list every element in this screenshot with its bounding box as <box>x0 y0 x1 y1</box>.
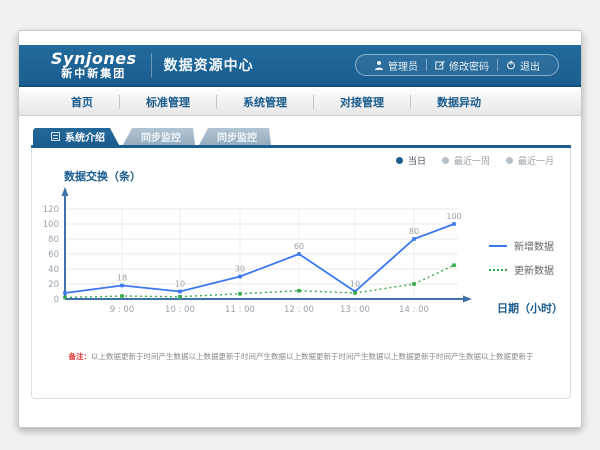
filter-last-week[interactable]: 最近一周 <box>442 154 490 167</box>
tab-sync-monitor-1[interactable]: 同步监控 <box>123 128 195 145</box>
power-icon <box>506 60 516 70</box>
data-point-label: 60 <box>294 242 304 251</box>
data-point-marker <box>452 263 456 267</box>
data-point-label: 100 <box>446 212 461 221</box>
main-nav: 首页标准管理系统管理对接管理数据异动 <box>19 89 581 116</box>
data-point-marker <box>178 295 182 299</box>
data-point-marker <box>63 296 67 300</box>
document-icon <box>51 132 60 141</box>
tab-label: 同步监控 <box>217 129 257 144</box>
brand-logo-wordmark: Synjones <box>51 51 137 68</box>
tab-label: 系统介绍 <box>65 129 105 144</box>
tab-label: 同步监控 <box>141 129 181 144</box>
y-tick-label: 0 <box>54 295 59 305</box>
radio-dot-icon <box>396 157 403 164</box>
x-tick-label: 10 : 00 <box>165 305 195 315</box>
tab-strip: 系统介绍 同步监控 同步监控 <box>33 128 275 145</box>
y-tick-label: 80 <box>48 235 59 245</box>
data-point-marker <box>178 290 182 294</box>
data-point-marker <box>297 289 301 293</box>
radio-dot-icon <box>506 157 513 164</box>
y-tick-label: 20 <box>48 280 59 290</box>
user-actions-group: 管理员 修改密码 退出 <box>355 54 559 76</box>
chart-panel: 当日最近一周最近一月 数据交换（条） 0204060801001209 : 00… <box>31 148 571 399</box>
legend-label: 新增数据 <box>514 238 554 253</box>
app-window: Synjones 新中新集团 数据资源中心 管理员修改密码退出 首页标准管理系统… <box>18 30 582 428</box>
user-icon <box>374 60 384 70</box>
legend-label: 更新数据 <box>514 262 554 277</box>
filter-label: 当日 <box>408 154 426 167</box>
header-divider <box>151 53 152 77</box>
y-axis-arrow <box>62 187 69 196</box>
data-point-marker <box>120 284 124 288</box>
logout-button[interactable]: 退出 <box>498 58 548 73</box>
footnote: 备注：以上数据更新于时间产生数据以上数据更新于时间产生数据以上数据更新于时间产生… <box>32 351 570 362</box>
x-tick-label: 14 : 00 <box>399 305 429 315</box>
x-tick-label: 9 : 00 <box>110 305 135 315</box>
footnote-text: 以上数据更新于时间产生数据以上数据更新于时间产生数据以上数据更新于时间产生数据以… <box>91 352 534 361</box>
data-point-label: 80 <box>409 227 419 236</box>
radio-dot-icon <box>442 157 449 164</box>
data-point-marker <box>353 291 357 295</box>
legend-line-swatch <box>489 245 507 247</box>
data-point-marker <box>412 237 416 241</box>
y-tick-label: 60 <box>48 250 59 260</box>
data-point-marker <box>297 252 301 256</box>
user-action-label: 修改密码 <box>449 58 489 73</box>
brand-logo-chinese: 新中新集团 <box>51 68 137 80</box>
data-point-marker <box>452 222 456 226</box>
tab-system-intro[interactable]: 系统介绍 <box>33 128 119 145</box>
user-action-label: 管理员 <box>388 58 418 73</box>
edit-icon <box>435 60 445 70</box>
x-axis-title: 日期（小时） <box>497 301 563 315</box>
filter-label: 最近一周 <box>454 154 490 167</box>
app-header: Synjones 新中新集团 数据资源中心 管理员 修改密码 退出 <box>19 45 581 87</box>
x-tick-label: 11 : 00 <box>225 305 255 315</box>
nav-item-data-change[interactable]: 数据异动 <box>411 94 507 110</box>
page-title: 数据资源中心 <box>164 55 254 75</box>
x-tick-label: 12 : 00 <box>284 305 314 315</box>
desktop-background: Synjones 新中新集团 数据资源中心 管理员修改密码退出 首页标准管理系统… <box>0 0 600 450</box>
range-filter-group: 当日 最近一周 最近一月 <box>396 154 554 167</box>
footnote-prefix: 备注： <box>69 352 92 361</box>
data-point-marker <box>238 292 242 296</box>
data-point-label: 10 <box>350 280 360 289</box>
data-point-label: 10 <box>175 280 185 289</box>
y-tick-label: 120 <box>43 205 59 215</box>
filter-label: 最近一月 <box>518 154 554 167</box>
user-menu-button[interactable]: 管理员 <box>366 58 426 73</box>
tab-sync-monitor-2[interactable]: 同步监控 <box>199 128 271 145</box>
data-point-label: 18 <box>117 274 127 283</box>
series-line-new-data <box>65 224 454 293</box>
filter-today[interactable]: 当日 <box>396 154 426 167</box>
nav-item-integration-mgmt[interactable]: 对接管理 <box>314 94 410 110</box>
y-tick-label: 100 <box>43 220 59 230</box>
legend-item-new-data[interactable]: 新增数据 <box>489 238 554 253</box>
filter-last-month[interactable]: 最近一月 <box>506 154 554 167</box>
nav-item-system-mgmt[interactable]: 系统管理 <box>217 94 313 110</box>
x-tick-label: 13 : 00 <box>340 305 370 315</box>
change-password-button[interactable]: 修改密码 <box>427 58 497 73</box>
brand-logo: Synjones 新中新集团 <box>51 51 137 79</box>
data-point-marker <box>120 294 124 298</box>
legend-item-updated-data[interactable]: 更新数据 <box>489 262 554 277</box>
nav-item-home[interactable]: 首页 <box>45 94 119 110</box>
user-action-label: 退出 <box>520 58 540 73</box>
nav-item-standard-mgmt[interactable]: 标准管理 <box>120 94 216 110</box>
series-legend: 新增数据更新数据 <box>489 238 554 277</box>
x-axis-arrow <box>463 296 472 303</box>
data-point-marker <box>412 282 416 286</box>
legend-line-swatch <box>489 269 507 271</box>
data-point-label: 30 <box>235 265 245 274</box>
y-tick-label: 40 <box>48 265 59 275</box>
data-point-marker <box>63 291 67 295</box>
data-point-marker <box>238 275 242 279</box>
